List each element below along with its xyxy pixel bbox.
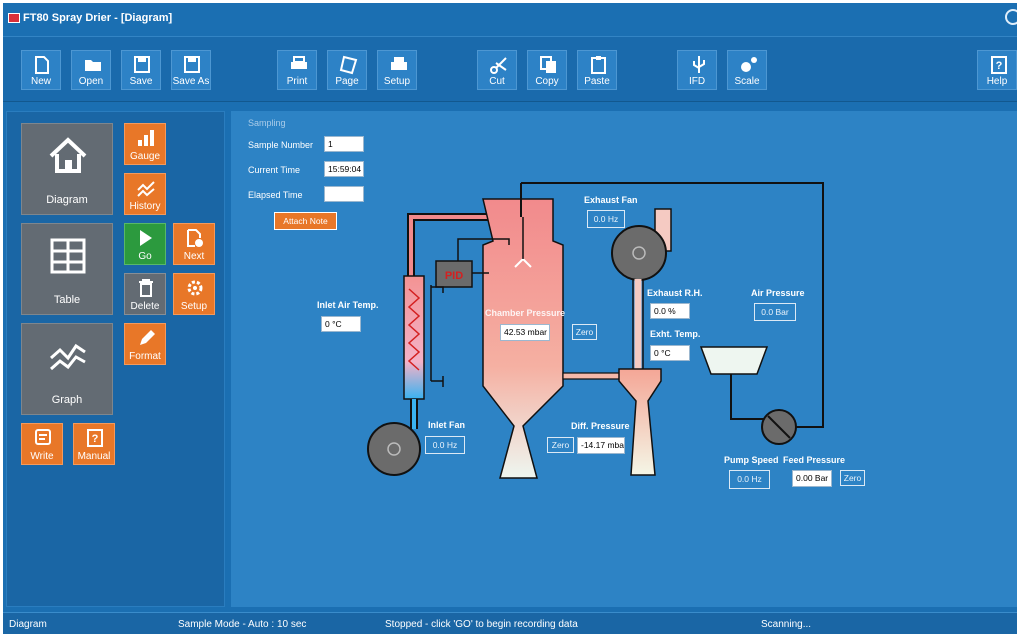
go-button[interactable]: Go (124, 223, 166, 265)
app-window: FT80 Spray Drier - [Diagram] New Open Sa… (3, 3, 1017, 634)
svg-text:?: ? (92, 433, 99, 445)
scale-button[interactable]: Scale (727, 50, 767, 90)
status-scan: Scanning... (761, 619, 812, 630)
status-view: Diagram (9, 619, 47, 630)
gear-icon (187, 280, 203, 296)
air-pressure-field: 0.0 Bar (754, 303, 796, 321)
print-setup-button[interactable]: Setup (377, 50, 417, 90)
exhaust-rh-label: Exhaust R.H. (647, 288, 703, 298)
next-button[interactable]: Next (173, 223, 215, 265)
feed-beaker (699, 346, 769, 420)
table-view-button[interactable]: Table (21, 223, 113, 315)
pid-controller-shape: PID (435, 260, 473, 288)
exht-temp-label: Exht. Temp. (650, 329, 701, 339)
inlet-air-temp-field: 0 °C (321, 316, 361, 332)
history-graph-icon (137, 181, 155, 197)
paste-button[interactable]: Paste (577, 50, 617, 90)
new-sample-icon (187, 229, 203, 247)
title-bar: FT80 Spray Drier - [Diagram] (3, 3, 1017, 36)
spray-drier-diagram: PID (367, 182, 824, 479)
page-button[interactable]: Page (327, 50, 367, 90)
window-control-icon[interactable] (1005, 9, 1017, 25)
table-icon (50, 238, 86, 274)
gears-icon (741, 57, 757, 72)
svg-text:?: ? (996, 60, 1003, 72)
floppy-icon (134, 56, 150, 73)
help-manual-icon: ? (87, 429, 103, 447)
manual-button[interactable]: ? Manual (73, 423, 115, 465)
print-button[interactable]: Print (277, 50, 317, 90)
feed-pressure-label: Feed Pressure (783, 455, 846, 465)
note-icon (35, 429, 51, 445)
status-bar: Diagram Sample Mode - Auto : 10 sec Stop… (3, 612, 1017, 634)
inlet-air-temp-label: Inlet Air Temp. (317, 300, 379, 310)
exhaust-fan-label: Exhaust Fan (584, 195, 638, 205)
line-graph-icon (50, 343, 86, 371)
copy-button[interactable]: Copy (527, 50, 567, 90)
window-title: FT80 Spray Drier - [Diagram] (23, 12, 173, 24)
pump-speed-label: Pump Speed (724, 455, 779, 465)
save-as-button[interactable]: Save As (171, 50, 211, 90)
new-button[interactable]: New (21, 50, 61, 90)
page-icon (339, 55, 358, 75)
pump-speed-field: 0.0 Hz (729, 470, 770, 489)
printer-icon (291, 56, 307, 69)
printer-setup-icon (391, 57, 407, 70)
diff-pressure-field: -14.17 mba (577, 437, 625, 454)
feed-pump-shape (761, 409, 797, 445)
bar-chart-icon (138, 130, 154, 146)
ifd-button[interactable]: IFD (677, 50, 717, 90)
inlet-fan-label: Inlet Fan (428, 420, 466, 430)
chamber-pressure-label: Chamber Pressure (485, 308, 566, 318)
gauge-button[interactable]: Gauge (124, 123, 166, 165)
open-button[interactable]: Open (71, 50, 111, 90)
format-button[interactable]: Format (124, 323, 166, 365)
status-mode: Sample Mode - Auto : 10 sec (178, 619, 307, 630)
scissors-icon (490, 57, 507, 74)
toolbar: New Open Save Save As Print Page Setup C… (3, 36, 1017, 102)
copy-icon (540, 56, 556, 73)
exhaust-fan-field: 0.0 Hz (587, 210, 625, 228)
help-button[interactable]: ? Help (977, 50, 1017, 90)
clipboard-icon (591, 56, 606, 74)
pid-label: PID (445, 270, 463, 282)
pencil-icon (140, 330, 155, 345)
delete-button[interactable]: Delete (124, 273, 166, 315)
diagram-panel: Sampling Sample Number 1 Current Time 15… (231, 111, 1017, 607)
view-sidebar: Diagram Table Graph Gauge History Go Nex… (6, 111, 225, 607)
write-button[interactable]: Write (21, 423, 63, 465)
new-file-icon (35, 56, 49, 74)
inlet-fan-field: 0.0 Hz (425, 436, 465, 454)
app-icon (8, 13, 20, 23)
feed-zero-button[interactable]: Zero (840, 470, 865, 486)
setup-button[interactable]: Setup (173, 273, 215, 315)
chamber-zero-button[interactable]: Zero (572, 324, 597, 340)
thermocouple-probe (430, 285, 444, 387)
inlet-fan-shape (367, 422, 421, 476)
trash-icon (139, 279, 153, 297)
floppy-edit-icon (184, 56, 200, 73)
diagram-view-button[interactable]: Diagram (21, 123, 113, 215)
play-icon (140, 230, 152, 246)
diff-pressure-label: Diff. Pressure (571, 421, 630, 431)
chamber-pressure-field: 42.53 mbar (500, 324, 550, 341)
status-message: Stopped - click 'GO' to begin recording … (385, 619, 578, 630)
graph-view-button[interactable]: Graph (21, 323, 113, 415)
history-button[interactable]: History (124, 173, 166, 215)
cut-button[interactable]: Cut (477, 50, 517, 90)
diff-zero-button[interactable]: Zero (547, 437, 574, 453)
folder-icon (85, 60, 101, 71)
usb-icon (693, 56, 705, 73)
exhaust-rh-field: 0.0 % (650, 303, 690, 319)
home-icon (49, 137, 87, 173)
exht-temp-field: 0 °C (650, 345, 690, 361)
air-pressure-label: Air Pressure (751, 288, 805, 298)
feed-pressure-field: 0.00 Bar (792, 470, 832, 487)
help-icon: ? (991, 56, 1007, 74)
save-button[interactable]: Save (121, 50, 161, 90)
